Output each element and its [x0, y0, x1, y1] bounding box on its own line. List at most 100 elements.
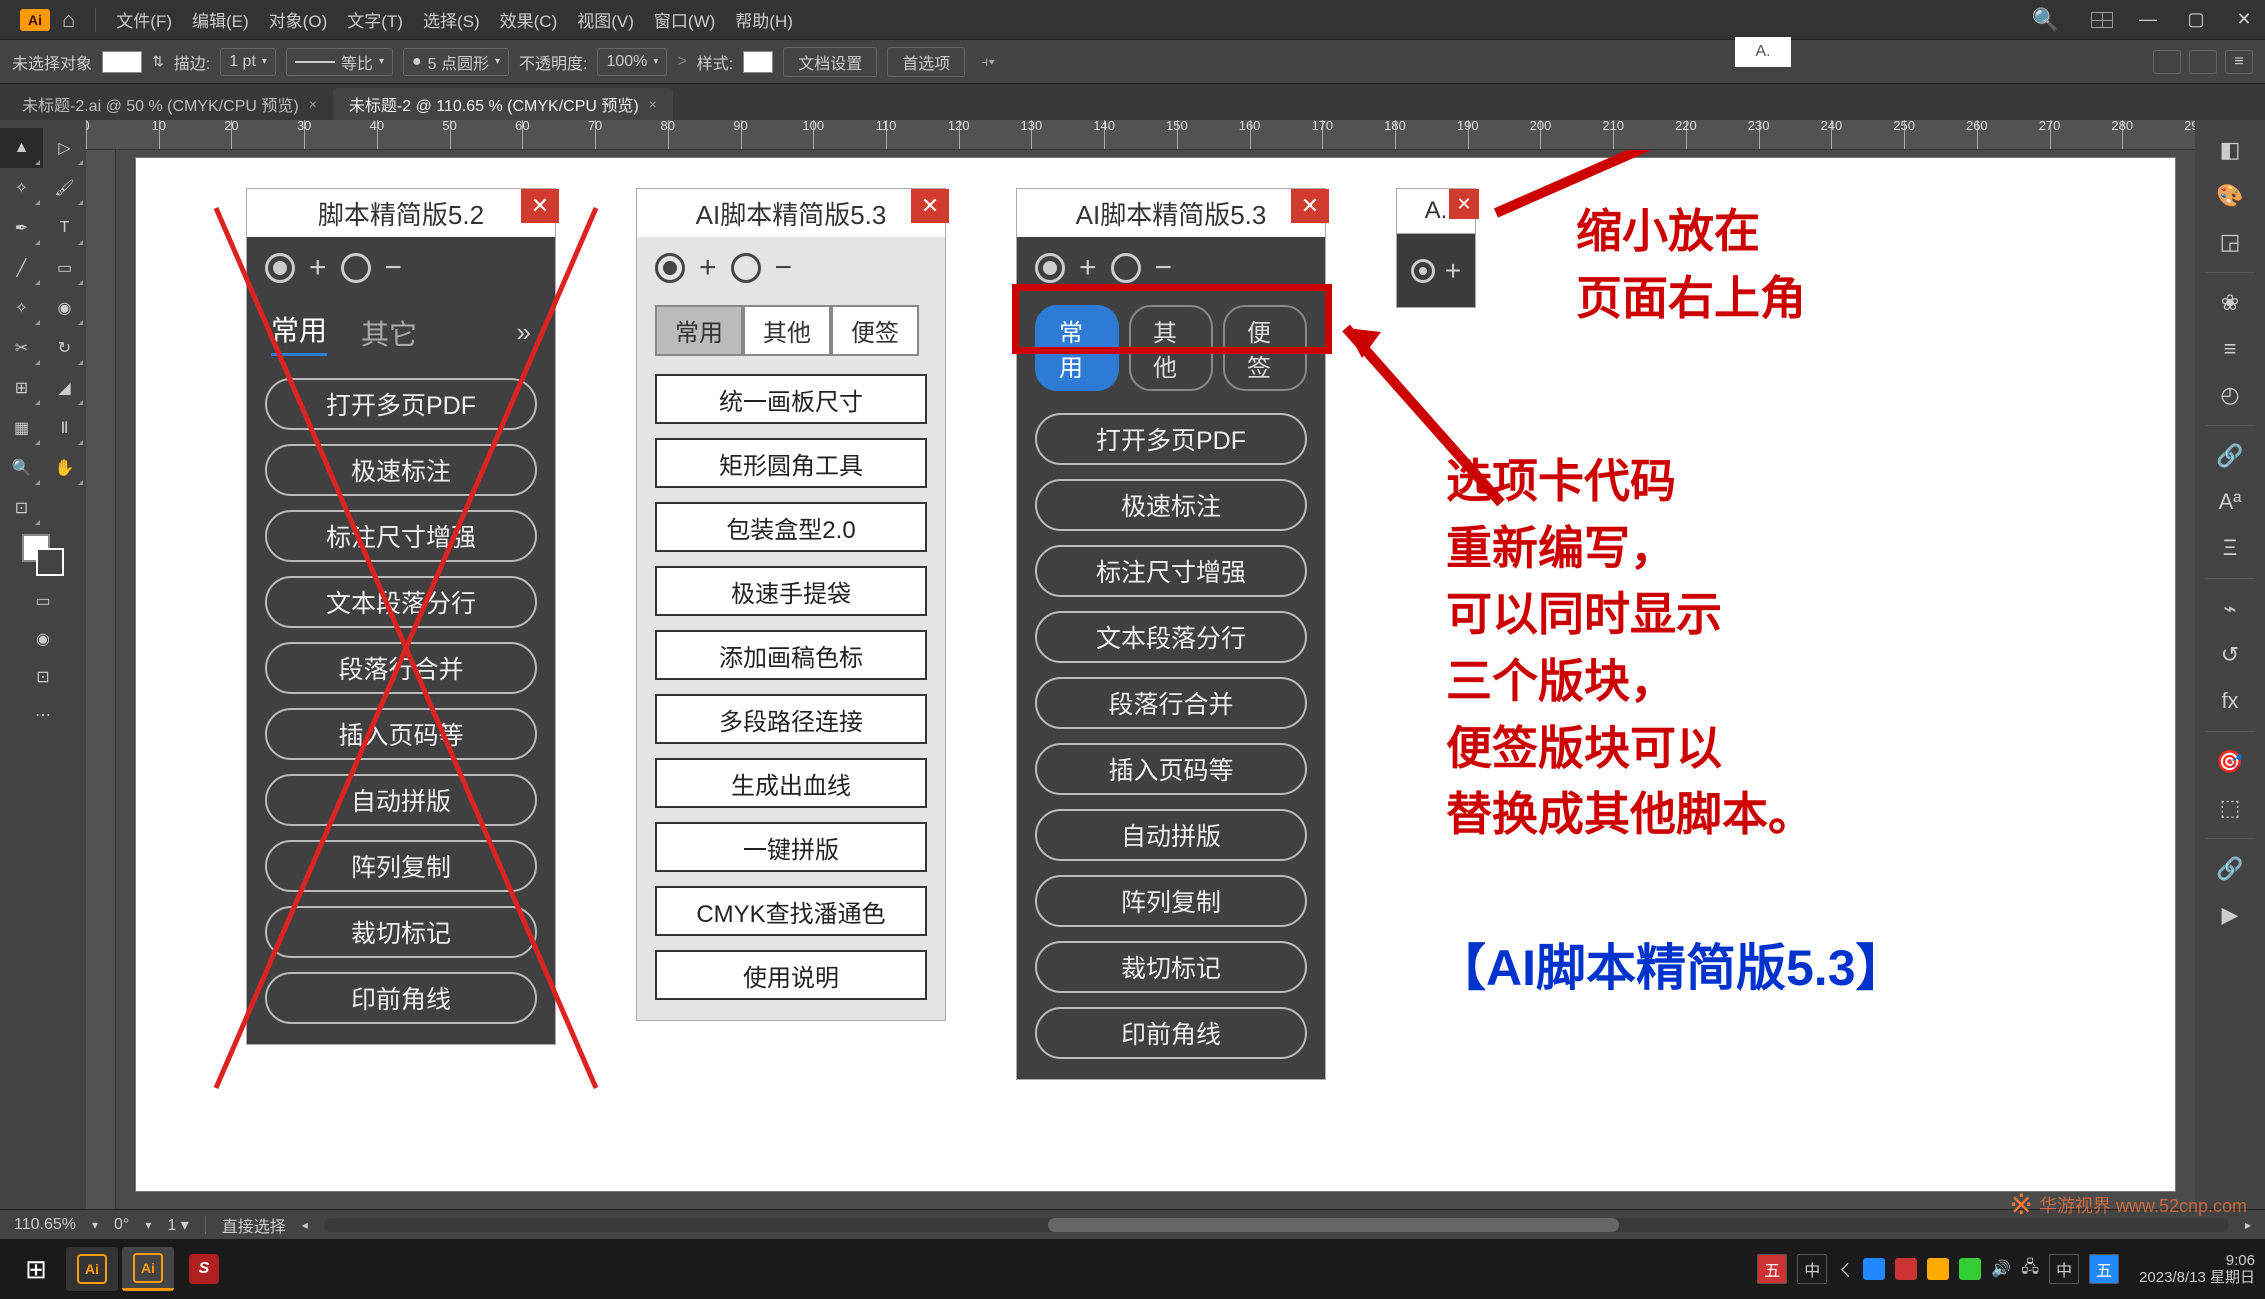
- script-button[interactable]: 裁切标记: [1035, 941, 1307, 993]
- tab-common[interactable]: 常用: [271, 309, 327, 356]
- doc-tab-2[interactable]: 未标题-2 @ 110.65 % (CMYK/CPU 预览)×: [333, 88, 673, 120]
- tray-chevron-icon[interactable]: ㄑ: [1837, 1257, 1853, 1281]
- script-button[interactable]: 矩形圆角工具: [655, 438, 927, 488]
- menu-select[interactable]: 选择(S): [423, 7, 480, 32]
- script-button[interactable]: 自动拼版: [1035, 809, 1307, 861]
- home-icon[interactable]: ⌂: [62, 7, 75, 33]
- panel-icon[interactable]: 🎯: [2210, 742, 2250, 782]
- volume-icon[interactable]: 🔊: [1991, 1259, 2011, 1279]
- radio-on-icon[interactable]: [1411, 259, 1435, 283]
- arrange-icon[interactable]: [2091, 12, 2113, 28]
- tool-option[interactable]: ◉: [0, 620, 86, 658]
- h-scrollbar[interactable]: [324, 1218, 2229, 1232]
- tab-notes[interactable]: 便签: [831, 305, 919, 356]
- script-button[interactable]: 文本段落分行: [265, 576, 537, 628]
- ime-mode[interactable]: 中: [2049, 1254, 2079, 1284]
- panel-menu-icon[interactable]: ≡: [2225, 50, 2253, 74]
- script-button[interactable]: 打开多页PDF: [265, 378, 537, 430]
- tool-icon[interactable]: 🔍: [0, 448, 43, 488]
- panel-icon[interactable]: Ξ: [2210, 528, 2250, 568]
- tool-icon[interactable]: ✋: [43, 448, 86, 488]
- script-button[interactable]: 裁切标记: [265, 906, 537, 958]
- brush-def[interactable]: ●5 点圆形▾: [403, 48, 509, 76]
- tab-other[interactable]: 其他: [743, 305, 831, 356]
- document-setup-button[interactable]: 文档设置: [783, 47, 877, 77]
- network-icon[interactable]: 🖧: [2021, 1256, 2039, 1283]
- script-button[interactable]: 自动拼版: [265, 774, 537, 826]
- tool-icon[interactable]: [43, 488, 86, 528]
- panel-icon[interactable]: 🔗: [2210, 436, 2250, 476]
- zoom-level[interactable]: 110.65%: [14, 1216, 76, 1234]
- tool-option[interactable]: ⊡: [0, 658, 86, 696]
- minimize-button[interactable]: —: [2127, 5, 2169, 35]
- options-icon-1[interactable]: [2153, 50, 2181, 74]
- panel-icon[interactable]: ◧: [2210, 130, 2250, 170]
- artboard-nav[interactable]: 1 ▾: [167, 1215, 188, 1235]
- ime-indicator[interactable]: 中: [1797, 1254, 1827, 1284]
- fill-stroke-swatch[interactable]: [22, 534, 64, 576]
- tool-icon[interactable]: ◉: [43, 288, 86, 328]
- script-button[interactable]: 打开多页PDF: [1035, 413, 1307, 465]
- panel-icon[interactable]: 🔗: [2210, 849, 2250, 889]
- tool-icon[interactable]: ✧: [0, 168, 43, 208]
- script-button[interactable]: 包装盒型2.0: [655, 502, 927, 552]
- tray-icon[interactable]: 五: [1757, 1254, 1787, 1284]
- panel-icon[interactable]: ❀: [2210, 283, 2250, 323]
- tool-icon[interactable]: 🖌: [43, 168, 86, 208]
- radio-off-icon[interactable]: [731, 253, 761, 283]
- top-minimized-chip[interactable]: A.: [1735, 37, 1791, 67]
- panel-icon[interactable]: fx: [2210, 681, 2250, 721]
- task-ai-2[interactable]: Ai: [122, 1247, 174, 1291]
- tray-icon[interactable]: 五: [2089, 1254, 2119, 1284]
- menu-edit[interactable]: 编辑(E): [192, 7, 249, 32]
- tab-common[interactable]: 常用: [655, 305, 743, 356]
- plus-icon[interactable]: +: [1079, 251, 1097, 285]
- task-st[interactable]: S: [178, 1247, 230, 1291]
- radio-on-icon[interactable]: [265, 253, 295, 283]
- clock[interactable]: 9:062023/8/13 星期日: [2139, 1252, 2255, 1287]
- script-button[interactable]: CMYK查找潘通色: [655, 886, 927, 936]
- variable-width-profile[interactable]: 等比▾: [286, 48, 393, 76]
- script-button[interactable]: 段落行合并: [265, 642, 537, 694]
- script-button[interactable]: 阵列复制: [265, 840, 537, 892]
- panel-icon[interactable]: ↺: [2210, 635, 2250, 675]
- plus-icon[interactable]: +: [1445, 255, 1461, 287]
- options-icon-2[interactable]: [2189, 50, 2217, 74]
- panel-icon[interactable]: ⌁: [2210, 589, 2250, 629]
- script-button[interactable]: 极速标注: [265, 444, 537, 496]
- close-icon[interactable]: ×: [649, 96, 657, 112]
- minus-icon[interactable]: −: [1155, 251, 1173, 285]
- maximize-button[interactable]: ▢: [2175, 5, 2217, 35]
- tool-icon[interactable]: ▦: [0, 408, 43, 448]
- script-button[interactable]: 标注尺寸增强: [1035, 545, 1307, 597]
- menu-effect[interactable]: 效果(C): [500, 7, 558, 32]
- panel-icon[interactable]: Aª: [2210, 482, 2250, 522]
- menu-view[interactable]: 视图(V): [577, 7, 634, 32]
- radio-off-icon[interactable]: [1111, 253, 1141, 283]
- tray-icon[interactable]: [1959, 1258, 1981, 1280]
- stroke-weight-input[interactable]: 1 pt▾: [220, 48, 276, 76]
- tool-icon[interactable]: Ⅱ: [43, 408, 86, 448]
- tool-option[interactable]: ▭: [0, 582, 86, 620]
- graphic-style[interactable]: [743, 51, 773, 73]
- tool-option[interactable]: ⋯: [0, 696, 86, 734]
- script-button[interactable]: 插入页码等: [1035, 743, 1307, 795]
- tool-icon[interactable]: ⊡: [0, 488, 43, 528]
- canvas[interactable]: 脚本精简版5.2 ✕ + − 常用 其它 » 打开多页PDF极速标注标注尺寸增强…: [116, 150, 2195, 1209]
- tool-icon[interactable]: ✒: [0, 208, 43, 248]
- script-button[interactable]: 标注尺寸增强: [265, 510, 537, 562]
- close-icon[interactable]: ✕: [1291, 189, 1329, 223]
- tab-other[interactable]: 其它: [361, 313, 417, 353]
- tray-icon[interactable]: [1895, 1258, 1917, 1280]
- more-icon[interactable]: »: [517, 317, 531, 348]
- tool-icon[interactable]: ✂: [0, 328, 43, 368]
- script-button[interactable]: 一键拼版: [655, 822, 927, 872]
- preferences-button[interactable]: 首选项: [887, 47, 965, 77]
- script-button[interactable]: 插入页码等: [265, 708, 537, 760]
- panel-icon[interactable]: ◲: [2210, 222, 2250, 262]
- script-button[interactable]: 多段路径连接: [655, 694, 927, 744]
- menu-help[interactable]: 帮助(H): [735, 7, 793, 32]
- script-button[interactable]: 添加画稿色标: [655, 630, 927, 680]
- tray-icon[interactable]: [1927, 1258, 1949, 1280]
- close-icon[interactable]: ×: [309, 96, 317, 112]
